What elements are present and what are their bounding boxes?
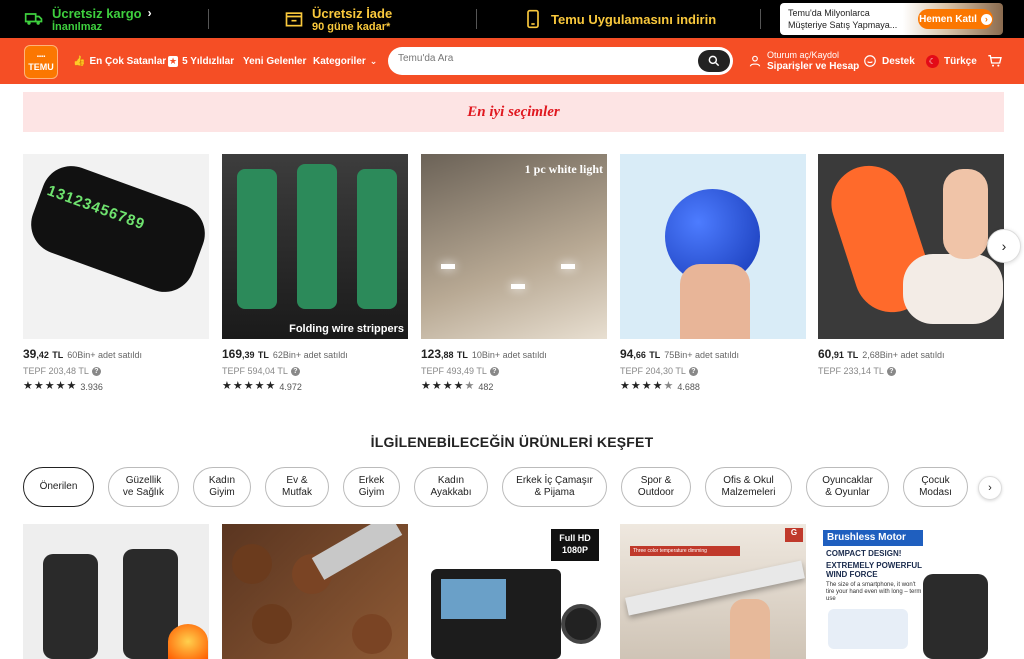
product-image-insoles[interactable] xyxy=(818,154,1004,339)
thumbs-up-icon: 👍 xyxy=(73,55,86,67)
product-card[interactable]: 13123456789 39,42 TL 60Bin+ adet satıldı … xyxy=(23,154,209,392)
support-link[interactable]: Destek xyxy=(863,38,915,84)
chip-women-clothing[interactable]: Kadın Giyim xyxy=(193,467,251,507)
chips-next-button[interactable]: › xyxy=(978,476,1002,500)
join-now-button[interactable]: Hemen Katıl › xyxy=(918,9,993,29)
return-sub: 90 güne kadar* xyxy=(312,20,391,33)
divider xyxy=(760,9,761,29)
return-box-icon xyxy=(285,12,303,27)
app-download-promo[interactable]: Temu Uygulamasını indirin xyxy=(523,0,716,38)
chip-women-shoes[interactable]: Kadın Ayakkabı xyxy=(414,467,488,507)
chip-kids-fashion[interactable]: Çocuk Modası xyxy=(903,467,968,507)
app-title: Temu Uygulamasını indirin xyxy=(551,11,717,27)
divider xyxy=(476,9,477,29)
chevron-right-icon: › xyxy=(1001,238,1007,254)
info-icon[interactable]: ? xyxy=(91,366,101,376)
product-card[interactable]: 1 pc white light 123,88 TL 10Bin+ adet sa… xyxy=(421,154,607,392)
free-return-promo[interactable]: Ücretsiz İade 90 güne kadar* xyxy=(284,0,392,38)
chip-recommended[interactable]: Önerilen xyxy=(23,467,94,507)
free-shipping-promo[interactable]: Ücretsiz kargo › İnanılmaz xyxy=(24,0,152,38)
product-image-stair-lights[interactable]: 1 pc white light xyxy=(421,154,607,339)
info-icon[interactable]: ? xyxy=(489,366,499,376)
search-bar xyxy=(388,47,733,75)
search-button[interactable] xyxy=(698,50,730,72)
shipping-sub: İnanılmaz xyxy=(52,20,103,33)
chevron-right-icon: › xyxy=(980,13,992,25)
nav-five-stars[interactable]: ★ 5 Yıldızlılar xyxy=(168,38,234,84)
rating: ★ ★ ★ ★ ★ 4.972 xyxy=(222,380,302,392)
chip-men-clothing[interactable]: Erkek Giyim xyxy=(343,467,400,507)
promo-bar: Ücretsiz kargo › İnanılmaz Ücretsiz İade… xyxy=(0,0,1024,38)
chevron-down-icon: ⌄ xyxy=(369,55,378,66)
info-icon[interactable]: ? xyxy=(290,366,300,376)
product-image-wire-strippers[interactable]: Folding wire strippers xyxy=(222,154,408,339)
nav-categories[interactable]: Kategoriler ⌄ xyxy=(313,38,377,84)
product-image-led-bar[interactable]: Three color temperature dimming G xyxy=(620,524,806,659)
explore-title: İLGİLENEBİLECEĞİN ÜRÜNLERİ KEŞFET xyxy=(370,434,654,450)
star-badge-icon: ★ xyxy=(168,55,179,67)
shipping-title: Ücretsiz kargo xyxy=(52,5,142,21)
main-header: ▪▪▪▪ TEMU 👍 En Çok Satanlar ★ 5 Yıldızlı… xyxy=(0,38,1024,84)
carousel-next-button[interactable]: › xyxy=(987,229,1021,263)
return-title: Ücretsiz İade xyxy=(312,5,393,21)
turkey-flag-icon: ☾ xyxy=(926,54,939,68)
chip-toys-games[interactable]: Oyuncaklar & Oyunlar xyxy=(806,467,889,507)
banner-title: En iyi seçimler xyxy=(467,103,560,120)
info-icon[interactable]: ? xyxy=(886,366,896,376)
rating: ★ ★ ★ ★ ★ 4.688 xyxy=(620,380,700,392)
seller-ad[interactable]: Temu'da Milyonlarca Müşteriye Satış Yapm… xyxy=(780,3,1003,35)
account-menu[interactable]: Oturum aç/Kaydol Siparişler ve Hesap xyxy=(748,38,859,84)
cart-icon xyxy=(988,55,1002,67)
seller-ad-text: Temu'da Milyonlarca Müşteriye Satış Yapm… xyxy=(788,8,898,30)
product-image-chestnut-cutter[interactable] xyxy=(222,524,408,659)
phone-icon xyxy=(527,9,539,29)
product-card[interactable]: Folding wire strippers 169,39 TL 62Bin+ a… xyxy=(222,154,408,392)
support-icon xyxy=(864,55,876,67)
product-image-mini-fan[interactable]: Brushless Motor COMPACT DESIGN! EXTREMEL… xyxy=(818,524,1004,659)
product-image-dash-cam[interactable]: Full HD 1080P xyxy=(421,524,607,659)
rating: ★ ★ ★ ★ ★ 3.936 xyxy=(23,380,103,392)
info-icon[interactable]: ? xyxy=(688,366,698,376)
divider xyxy=(208,9,209,29)
nav-new-arrivals[interactable]: Yeni Gelenler xyxy=(243,38,306,84)
chip-men-underwear[interactable]: Erkek İç Çamaşır & Pijama xyxy=(502,467,607,507)
top-picks-banner[interactable]: En iyi seçimler xyxy=(23,92,1004,132)
chip-office-school[interactable]: Ofis & Okul Malzemeleri xyxy=(705,467,792,507)
truck-icon xyxy=(24,13,43,25)
chip-sports-outdoor[interactable]: Spor & Outdoor xyxy=(621,467,691,507)
rating: ★ ★ ★ ★ ★ 482 xyxy=(421,380,494,392)
chevron-right-icon: › xyxy=(988,482,992,494)
product-image-heated-socks[interactable] xyxy=(23,524,209,659)
product-card[interactable]: 94,66 TL 75Bin+ adet satıldı TEPF 204,30 … xyxy=(620,154,806,392)
cart-button[interactable] xyxy=(987,38,1003,84)
chip-beauty-health[interactable]: Güzellik ve Sağlık xyxy=(108,467,179,507)
chevron-right-icon: › xyxy=(147,6,152,20)
user-icon xyxy=(749,55,761,67)
product-image-hand-grip-ball[interactable] xyxy=(620,154,806,339)
nav-best-sellers[interactable]: 👍 En Çok Satanlar xyxy=(73,38,166,84)
product-card[interactable]: 60,91 TL 2,68Bin+ adet satıldı TEPF 233,1… xyxy=(818,154,1004,376)
chip-home-kitchen[interactable]: Ev & Mutfak xyxy=(265,467,329,507)
search-input[interactable] xyxy=(398,53,688,64)
search-icon xyxy=(708,55,720,67)
language-selector[interactable]: ☾ Türkçe xyxy=(926,38,977,84)
product-image-parking-number-plate[interactable]: 13123456789 xyxy=(23,154,209,339)
temu-logo[interactable]: ▪▪▪▪ TEMU xyxy=(24,45,58,79)
